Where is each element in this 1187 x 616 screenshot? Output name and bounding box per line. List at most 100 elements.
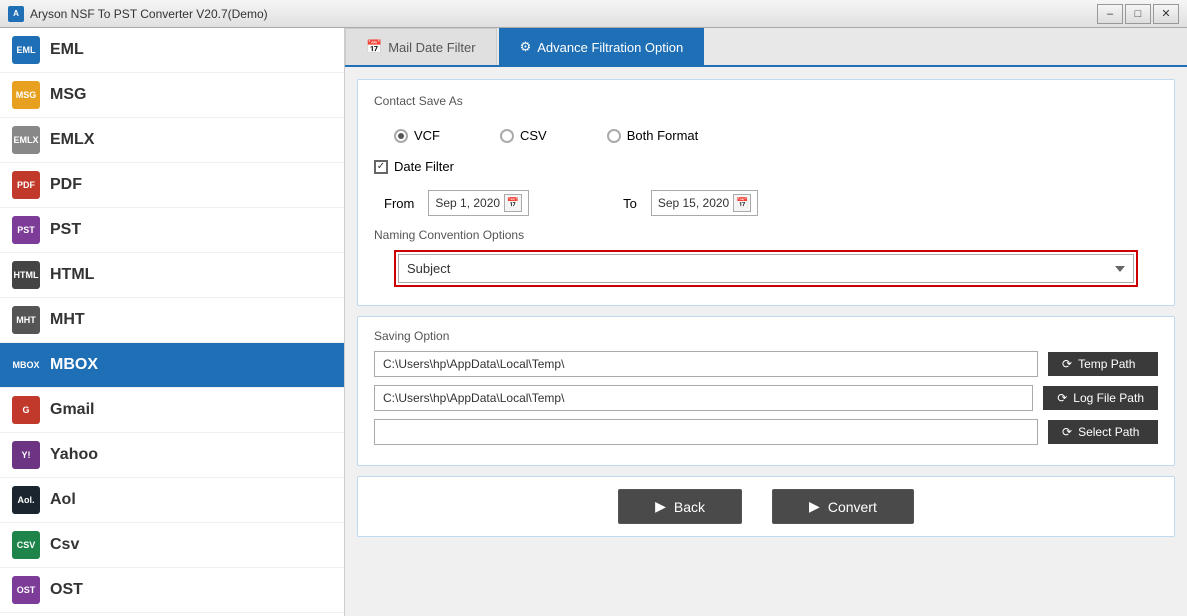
contact-save-label: Contact Save As xyxy=(374,94,1158,108)
tab-mail-date-filter[interactable]: 📅 Mail Date Filter xyxy=(345,28,497,65)
radio-bothformat-label: Both Format xyxy=(627,128,699,143)
sidebar-item-label-html: HTML xyxy=(50,266,94,284)
date-filter-label: Date Filter xyxy=(394,159,454,174)
from-date-input[interactable]: Sep 1, 2020 📅 xyxy=(428,190,529,216)
content-area: 📅 Mail Date Filter ⚙ Advance Filtration Opt… xyxy=(345,28,1187,616)
date-filter-header: Date Filter xyxy=(374,159,1158,174)
convert-icon: ▶ xyxy=(809,498,820,515)
back-label: Back xyxy=(674,499,705,515)
sidebar-item-ost[interactable]: OSTOST xyxy=(0,568,344,613)
footer-bar: ▶ Back ▶ Convert xyxy=(357,476,1175,537)
sidebar-item-mbox[interactable]: MBOX MBOX xyxy=(0,343,344,388)
radio-bothformat[interactable]: Both Format xyxy=(607,128,699,143)
sidebar-item-msg[interactable]: MSGMSG xyxy=(0,73,344,118)
tab-mail-date-filter-icon: 📅 xyxy=(366,39,382,55)
sidebar-item-eml[interactable]: EML EML xyxy=(0,28,344,73)
tab-mail-date-filter-label: Mail Date Filter xyxy=(388,40,475,55)
saving-row-2: ⟳ Select Path xyxy=(374,419,1158,445)
naming-convention-label: Naming Convention Options xyxy=(374,228,1158,242)
path-btn-2[interactable]: ⟳ Select Path xyxy=(1048,420,1158,444)
path-btn-1[interactable]: ⟳ Log File Path xyxy=(1043,386,1158,410)
path-btn-icon-1: ⟳ xyxy=(1057,391,1067,405)
sidebar-item-label-msg: MSG xyxy=(50,86,86,104)
radio-vcf-circle xyxy=(394,129,408,143)
aol-icon: Aol. xyxy=(12,486,40,514)
close-button[interactable]: ✕ xyxy=(1153,4,1179,24)
naming-convention-section: Naming Convention Options SubjectDateFro… xyxy=(374,228,1158,287)
sidebar-item-label-pst: PST xyxy=(50,221,81,239)
sidebar-item-emlx[interactable]: EMLX EMLX xyxy=(0,118,344,163)
saving-row-0: ⟳ Temp Path xyxy=(374,351,1158,377)
sidebar-item-label-csv: Csv xyxy=(50,536,79,554)
title-bar: A Aryson NSF To PST Converter V20.7(Demo… xyxy=(0,0,1187,28)
app-logo: A xyxy=(8,6,24,22)
convert-label: Convert xyxy=(828,499,877,515)
from-date-value: Sep 1, 2020 xyxy=(435,196,500,210)
from-label: From xyxy=(384,196,414,211)
app-title: Aryson NSF To PST Converter V20.7(Demo) xyxy=(30,7,268,21)
sidebar-item-pst[interactable]: PST PST xyxy=(0,208,344,253)
pst-icon: PST xyxy=(12,216,40,244)
path-btn-label-1: Log File Path xyxy=(1073,391,1144,405)
sidebar-item-csv[interactable]: CSV Csv xyxy=(0,523,344,568)
sidebar-item-html[interactable]: HTML HTML xyxy=(0,253,344,298)
sidebar-item-label-aol: Aol xyxy=(50,491,76,509)
to-calendar-icon[interactable]: 📅 xyxy=(733,194,751,212)
mht-icon: MHT xyxy=(12,306,40,334)
sidebar-item-aol[interactable]: Aol. Aol xyxy=(0,478,344,523)
sidebar-item-label-emlx: EMLX xyxy=(50,131,94,149)
saving-option-panel: Saving Option ⟳ Temp Path ⟳ Log File Path ⟳ S… xyxy=(357,316,1175,466)
path-btn-icon-0: ⟳ xyxy=(1062,357,1072,371)
csv-icon: CSV xyxy=(12,531,40,559)
path-btn-icon-2: ⟳ xyxy=(1062,425,1072,439)
sidebar: EMLEMLMSGMSGEMLXEMLXPDFPDFPSTPSTHTMLHTML… xyxy=(0,28,345,616)
convert-button[interactable]: ▶ Convert xyxy=(772,489,914,524)
sidebar-item-pdf[interactable]: PDFPDF xyxy=(0,163,344,208)
sidebar-item-label-mbox: MBOX xyxy=(50,356,98,374)
sidebar-item-label-gmail: Gmail xyxy=(50,401,94,419)
radio-csv[interactable]: CSV xyxy=(500,128,547,143)
radio-bothformat-circle xyxy=(607,129,621,143)
eml-icon: EML xyxy=(12,36,40,64)
tab-advance-filtration-label: Advance Filtration Option xyxy=(537,40,683,55)
minimize-button[interactable]: – xyxy=(1097,4,1123,24)
maximize-button[interactable]: □ xyxy=(1125,4,1151,24)
back-button[interactable]: ▶ Back xyxy=(618,489,742,524)
radio-csv-label: CSV xyxy=(520,128,547,143)
window-controls: – □ ✕ xyxy=(1097,4,1179,24)
path-btn-label-0: Temp Path xyxy=(1078,357,1135,371)
saving-input-0[interactable] xyxy=(374,351,1038,377)
saving-row-1: ⟳ Log File Path xyxy=(374,385,1158,411)
sidebar-item-label-eml: EML xyxy=(50,41,84,59)
emlx-icon: EMLX xyxy=(12,126,40,154)
sidebar-item-label-pdf: PDF xyxy=(50,176,82,194)
path-btn-0[interactable]: ⟳ Temp Path xyxy=(1048,352,1158,376)
yahoo-icon: Y! xyxy=(12,441,40,469)
to-date-value: Sep 15, 2020 xyxy=(658,196,729,210)
tab-advance-filtration-icon: ⚙ xyxy=(520,39,532,55)
from-calendar-icon[interactable]: 📅 xyxy=(504,194,522,212)
date-filter-checkbox[interactable] xyxy=(374,160,388,174)
html-icon: HTML xyxy=(12,261,40,289)
radio-group-contact: VCF CSV Both Format xyxy=(374,118,1158,153)
mbox-icon: MBOX xyxy=(12,351,40,379)
saving-input-2[interactable] xyxy=(374,419,1038,445)
sidebar-item-label-mht: MHT xyxy=(50,311,85,329)
radio-vcf-label: VCF xyxy=(414,128,440,143)
radio-vcf[interactable]: VCF xyxy=(394,128,440,143)
sidebar-item-yahoo[interactable]: Y!Yahoo xyxy=(0,433,344,478)
saving-option-label: Saving Option xyxy=(374,329,1158,343)
path-btn-label-2: Select Path xyxy=(1078,425,1139,439)
naming-convention-dropdown[interactable]: SubjectDateFromToMessage ID xyxy=(398,254,1134,283)
saving-input-1[interactable] xyxy=(374,385,1033,411)
tab-advance-filtration[interactable]: ⚙ Advance Filtration Option xyxy=(499,28,705,65)
sidebar-item-gmail[interactable]: G Gmail xyxy=(0,388,344,433)
to-date-input[interactable]: Sep 15, 2020 📅 xyxy=(651,190,758,216)
sidebar-item-mht[interactable]: MHT MHT xyxy=(0,298,344,343)
gmail-icon: G xyxy=(12,396,40,424)
contact-save-section: Contact Save As VCF CSV Both Format xyxy=(374,94,1158,153)
content-body: Contact Save As VCF CSV Both Format xyxy=(345,67,1187,616)
sidebar-item-label-ost: OST xyxy=(50,581,83,599)
date-filter-section: Date Filter From Sep 1, 2020 📅 To Sep 15… xyxy=(374,159,1158,222)
naming-dropdown-wrapper: SubjectDateFromToMessage ID xyxy=(394,250,1138,287)
